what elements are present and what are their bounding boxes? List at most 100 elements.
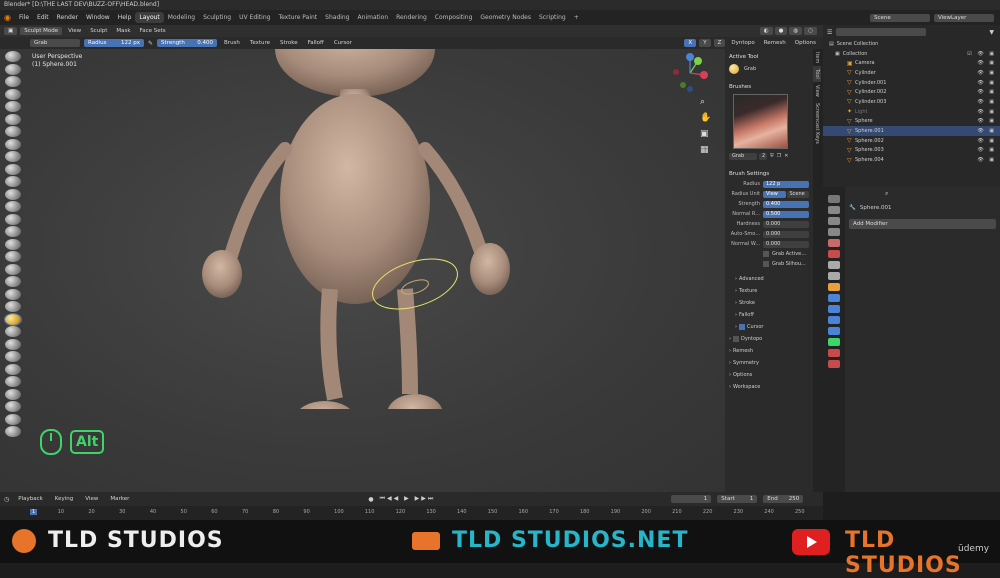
properties-search-icon[interactable]: ⌕ [885,190,888,198]
clay-strips-brush-icon[interactable] [5,88,21,100]
dyntopo-menu[interactable]: Dyntopo [728,39,757,47]
falloff-menu[interactable]: Falloff [305,39,327,47]
inflate-brush-icon[interactable] [5,126,21,137]
slide-relax-brush-icon[interactable] [5,326,21,337]
particles-tab-icon[interactable] [828,305,840,313]
fake-user-shield-icon[interactable]: ⛨ [770,153,774,159]
outliner-row-light[interactable]: ✦ Light 👁 ▣ [823,107,1000,117]
normal-weight-field[interactable]: 0.000 [763,240,809,248]
playback-controls[interactable]: ⏮◀◀ ▶ ▶▶⏭ [380,495,436,503]
stroke-menu[interactable]: Stroke [277,39,301,47]
tool-tab-icon[interactable] [828,195,840,203]
boundary-brush-icon[interactable] [5,338,21,350]
draw-sharp-brush-icon[interactable] [5,63,21,75]
brush-name-field[interactable]: Grab [729,152,757,160]
tab-tool[interactable]: Tool [813,66,821,83]
menu-sculpt[interactable]: Sculpt [87,27,110,35]
brush-menu[interactable]: Brush [221,39,243,47]
grab-brush-icon[interactable] [4,312,22,326]
modifier-tab-icon[interactable] [828,294,840,302]
tab-compositing[interactable]: Compositing [431,12,477,23]
mode-selector[interactable]: Sculpt Mode [20,27,63,35]
blob-brush-icon[interactable] [5,138,21,150]
radius-unit-scene[interactable]: Scene [786,190,809,198]
tab-animation[interactable]: Animation [354,12,393,23]
current-frame-field[interactable]: 1 [671,495,712,503]
draw-brush-icon[interactable] [5,51,21,62]
annotate-icon[interactable] [5,413,21,425]
strength-field[interactable]: Strength 0.400 [157,39,218,47]
radius-field[interactable]: Radius 122 px [84,39,144,47]
object-tab-icon[interactable] [828,283,840,291]
add-workspace-icon[interactable]: + [570,12,583,23]
grab-silhouette-checkbox[interactable] [763,261,769,267]
editor-type-button[interactable]: ▣ [4,27,18,35]
options-menu[interactable]: Options [792,39,819,47]
menu-help[interactable]: Help [114,14,136,21]
tab-uv-editing[interactable]: UV Editing [235,12,274,23]
radius-unit-view[interactable]: View [763,190,786,198]
mirror-y-button[interactable]: Y [699,39,711,47]
marker-menu[interactable]: Marker [107,495,132,503]
tab-geometry-nodes[interactable]: Geometry Nodes [476,12,535,23]
simplify-brush-icon[interactable] [5,363,21,375]
cursor-menu[interactable]: Cursor [331,39,355,47]
section-remesh[interactable]: › Remesh [725,345,813,357]
normal-radius-field[interactable]: 0.500 [763,210,809,218]
pen-pressure-icon[interactable]: ✎ [148,40,153,47]
menu-window[interactable]: Window [82,14,114,21]
nudge-brush-icon[interactable] [5,288,21,300]
collection-tab-icon[interactable] [828,261,840,269]
duplicate-brush-icon[interactable]: ❐ [777,153,781,159]
outliner-row-cylinder-001[interactable]: ▽ Cylinder.001 👁 ▣ [823,78,1000,88]
draw-face-sets-icon[interactable] [5,388,21,400]
pan-hand-icon[interactable]: ✋ [700,113,711,123]
tab-texture-paint[interactable]: Texture Paint [274,12,321,23]
tab-view[interactable]: View [813,82,821,100]
smooth-brush-icon[interactable] [5,163,21,175]
section-symmetry[interactable]: › Symmetry [725,357,813,369]
outliner-row-sphere[interactable]: ▽ Sphere 👁 ▣ [823,117,1000,127]
outliner-search-input[interactable] [836,28,927,36]
navigation-gizmo[interactable] [668,53,712,93]
snake-hook-brush-icon[interactable] [5,251,21,262]
remesh-menu[interactable]: Remesh [761,39,789,47]
menu-view[interactable]: View [65,27,84,35]
tab-rendering[interactable]: Rendering [392,12,431,23]
section-texture[interactable]: › Texture [725,285,813,297]
layer-brush-icon[interactable] [5,113,21,125]
fill-brush-icon[interactable] [5,188,21,200]
unlink-brush-icon[interactable]: ✕ [784,153,788,159]
section-stroke[interactable]: › Stroke [725,297,813,309]
sculpt-model[interactable] [190,49,530,409]
timeline-view-menu[interactable]: View [82,495,101,503]
menu-face-sets[interactable]: Face Sets [137,27,169,35]
playback-menu[interactable]: Playback [15,495,46,503]
pinch-brush-icon[interactable] [5,226,21,237]
section-dyntopo[interactable]: › Dyntopo [725,333,813,345]
outliner-row-sphere-003[interactable]: ▽ Sphere.003 👁 ▣ [823,146,1000,156]
outliner-row-sphere-004[interactable]: ▽ Sphere.004 👁 ▣ [823,155,1000,165]
box-mask-icon[interactable] [5,401,21,412]
outliner-row-cylinder[interactable]: ▽ Cylinder 👁 ▣ [823,68,1000,78]
render-tab-icon[interactable] [828,206,840,214]
end-frame-field[interactable]: End 250 [763,495,804,503]
cloth-brush-icon[interactable] [5,351,21,362]
data-tab-icon[interactable] [828,338,840,346]
output-tab-icon[interactable] [828,217,840,225]
world-tab-icon[interactable] [828,250,840,258]
blender-logo-icon[interactable]: ◉ [0,13,15,22]
thumb-brush-icon[interactable] [5,263,21,275]
tab-layout[interactable]: Layout [135,12,164,23]
clay-brush-icon[interactable] [5,76,21,87]
shading-material-icon[interactable]: ◍ [789,27,803,35]
radius-row-field[interactable]: 122 p [763,180,809,188]
filter-icon[interactable]: ▼ [989,29,994,36]
outliner-row-sphere-002[interactable]: ▽ Sphere.002 👁 ▣ [823,136,1000,146]
texture-data-tab-icon[interactable] [828,360,840,368]
strength-row-field[interactable]: 0.400 [763,200,809,208]
ortho-grid-icon[interactable]: ▦ [700,145,711,155]
outliner-row-camera[interactable]: ▣ Camera 👁 ▣ [823,58,1000,68]
menu-mask[interactable]: Mask [113,27,133,35]
tab-modeling[interactable]: Modeling [164,12,199,23]
